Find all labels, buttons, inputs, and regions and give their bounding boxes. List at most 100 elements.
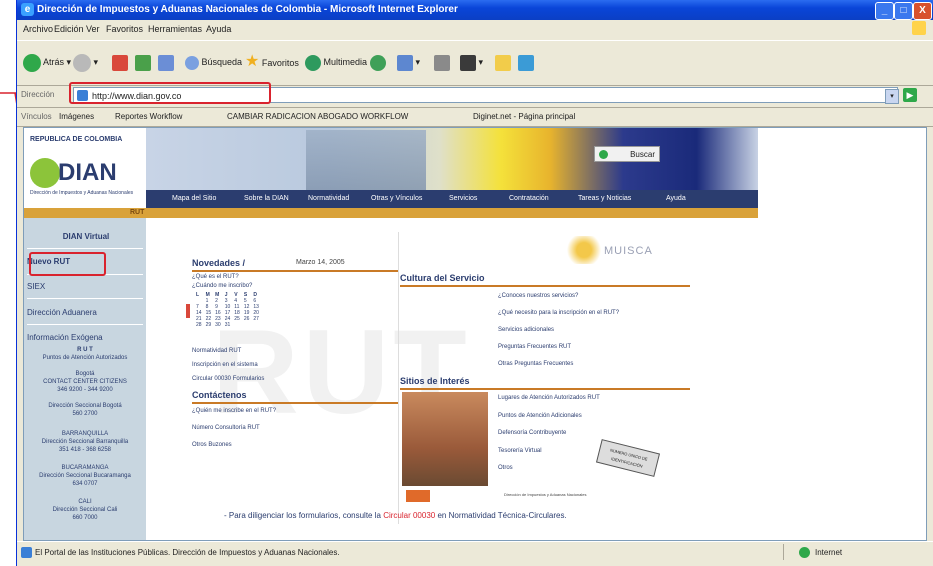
forward-button[interactable]: ▾ [73,51,98,73]
status-bar: El Portal de las Instituciones Públicas.… [17,541,933,564]
sidebar-item-informacion-exogena[interactable]: Información Exógena [27,333,145,342]
info-phone: 634 0707 [72,481,98,487]
edit-button[interactable]: ▾ [460,51,483,73]
close-button[interactable]: X [913,2,932,20]
link-cuando-inscribo[interactable]: ¿Cuándo me inscribo? [192,283,252,289]
rut-tag: RUT [130,209,145,216]
search-button[interactable]: Búsqueda [185,51,242,73]
sitios-title: Sitios de Interés [400,376,470,386]
link-preguntas-rut[interactable]: Preguntas Frecuentes RUT [498,344,571,350]
info-rut: R U T Puntos de Atención Autorizados [28,346,142,362]
mail-button[interactable]: ▾ [397,51,420,73]
link-otros-buzones[interactable]: Otros Buzones [192,442,232,448]
calendar-day[interactable]: 31 [223,322,233,328]
info-phone: 560 2700 [72,411,98,417]
footer-pre: - Para diligenciar los formularios, cons… [224,511,381,520]
maximize-button[interactable]: □ [894,2,913,20]
sidebar-item-siex[interactable]: SIEX [27,282,145,291]
gobierno-logo [406,490,430,502]
footer-circular-link[interactable]: Circular 00030 [383,511,435,520]
messenger-button[interactable] [518,51,534,73]
status-text: El Portal de las Instituciones Públicas.… [35,548,340,557]
link-otras-preguntas[interactable]: Otras Preguntas Frecuentes [498,361,573,367]
search-site-label: Buscar [630,150,655,159]
link-defensoria[interactable]: Defensoría Contribuyente [498,430,566,436]
multimedia-icon [305,54,321,71]
link-lugares-atencion[interactable]: Lugares de Atención Autorizados RUT [498,395,600,401]
nav-otras-vinculos[interactable]: Otras y Vínculos [371,195,422,202]
calendar-day[interactable]: 30 [213,322,223,328]
link-puntos-atencion[interactable]: Puntos de Atención Adicionales [498,413,582,419]
messenger-icon [518,54,534,71]
calendar-day[interactable]: 28 [194,322,204,328]
calendar-day [251,322,261,328]
link-que-necesito[interactable]: ¿Qué necesito para la inscripción en el … [498,310,619,316]
footer-post: en Normatividad Técnica-Circulares. [437,511,567,520]
info-title: Bogotá [75,371,95,377]
stop-button[interactable] [112,51,128,73]
mail-icon [397,54,413,71]
link-imagenes[interactable]: Imágenes [59,112,94,121]
link-otros[interactable]: Otros [498,465,513,471]
internet-zone-icon [799,547,810,558]
menu-archivo[interactable]: Archivo [23,24,53,34]
home-button[interactable] [158,51,174,73]
info-title: CALI [78,499,92,505]
novedades-title: Novedades / [192,258,246,268]
nav-contratacion[interactable]: Contratación [509,195,549,202]
footer-small-link[interactable]: Dirección de Impuestos y Aduanas Naciona… [504,492,587,497]
calendar-marker [186,304,190,318]
refresh-button[interactable] [135,51,151,73]
nav-servicios[interactable]: Servicios [449,195,477,202]
minimize-button[interactable]: _ [875,2,894,20]
contactenos-header: Contáctenos [192,390,398,404]
menu-favoritos[interactable]: Favoritos [106,24,143,34]
nav-normatividad[interactable]: Normatividad [308,195,349,202]
dian-logo[interactable]: DIAN [58,159,117,187]
link-diginet[interactable]: Diginet.net - Página principal [473,112,575,121]
link-servicios-adicionales[interactable]: Servicios adicionales [498,327,554,333]
nav-ayuda[interactable]: Ayuda [666,195,686,202]
nav-sobre-dian[interactable]: Sobre la DIAN [244,195,289,202]
multimedia-button[interactable]: Multimedia [305,51,367,73]
menu-ayuda[interactable]: Ayuda [206,24,231,34]
footer-note: - Para diligenciar los formularios, cons… [224,511,567,520]
link-tesoreria[interactable]: Tesorería Virtual [498,448,542,454]
sidebar-item-dian-virtual[interactable]: DIAN Virtual [27,232,145,241]
history-button[interactable] [370,51,386,73]
go-arrow-icon[interactable]: ▶ [903,88,917,102]
favorites-label: Favoritos [261,58,299,68]
info-phone: 351 418 - 368 6258 [58,447,112,453]
country-label: REPUBLICA DE COLOMBIA [30,136,123,143]
link-conoces-servicios[interactable]: ¿Conoces nuestros servicios? [498,293,578,299]
menu-herramientas[interactable]: Herramientas [148,24,202,34]
link-que-es-rut[interactable]: ¿Qué es el RUT? [192,274,239,280]
address-dropdown-icon[interactable]: ▾ [885,89,899,104]
menu-edicion[interactable]: Edición [54,24,84,34]
sidebar-divider [27,298,143,299]
forward-arrow-icon [73,53,91,72]
search-icon [185,55,199,70]
link-reportes-workflow[interactable]: Reportes Workflow [115,112,182,121]
info-phone: 346 9200 - 344 9200 [57,387,113,393]
print-button[interactable] [434,51,450,73]
search-site-button[interactable]: Buscar [594,146,660,162]
link-numero-consultoria[interactable]: Número Consultoría RUT [192,425,260,431]
link-cambiar-radicacion[interactable]: CAMBIAR RADICACION ABOGADO WORKFLOW [227,112,408,121]
back-button[interactable]: Atrás ▾ [23,51,71,73]
sidebar-item-direccion-aduanera[interactable]: Dirección Aduanera [27,308,145,317]
link-normatividad-rut[interactable]: Normatividad RUT [192,348,241,354]
link-inscripcion-sistema[interactable]: Inscripción en el sistema [192,362,258,368]
link-quien-inscribe[interactable]: ¿Quién me inscribe en el RUT? [192,408,276,414]
link-circular-formularios[interactable]: Circular 00030 Formularios [192,376,264,382]
nav-tareas-noticias[interactable]: Tareas y Noticias [578,195,631,202]
folder-button[interactable] [495,51,511,73]
menu-ver[interactable]: Ver [86,24,100,34]
muisca-logo: MUISCA [604,245,653,257]
calendar-day[interactable]: 29 [204,322,214,328]
print-icon [434,54,450,71]
favorites-button[interactable]: ★ Favoritos [245,51,299,73]
nav-mapa-sitio[interactable]: Mapa del Sitio [172,195,216,202]
contactenos-title: Contáctenos [192,390,247,400]
novedades-date: Marzo 14, 2005 [296,259,345,266]
